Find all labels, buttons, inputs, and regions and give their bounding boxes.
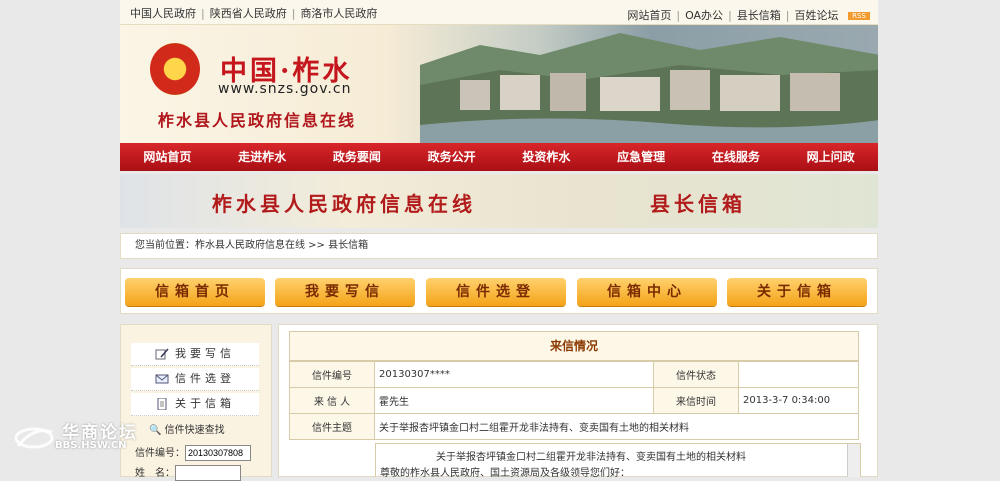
breadcrumb-current: 县长信箱 (328, 240, 369, 251)
link-home[interactable]: 网站首页 (627, 9, 671, 22)
link-mailbox[interactable]: 县长信箱 (737, 9, 781, 22)
main-nav: 网站首页 走进柞水 政务要闻 政务公开 投资柞水 应急管理 在线服务 网上问政 (120, 143, 878, 171)
link-shaanxi-gov[interactable]: 陕西省人民政府 (210, 7, 287, 20)
sidebar-item-write-letter[interactable]: 我要写信 (131, 343, 259, 366)
sidebar: 我要写信 信件选登 关于信箱 🔍 信件快速查找 信件编号： 姓 名： (120, 324, 272, 481)
content-title: 关于举报杏坪镇金口村二组霍开龙非法持有、变卖国有土地的相关材料 (436, 452, 746, 463)
header-banner: 中国·柞水 www.snzs.gov.cn 柞水县人民政府信息在线 (120, 25, 878, 143)
table-row: 信件主题 关于举报杏坪镇金口村二组霍开龙非法持有、变卖国有土地的相关材料 (289, 413, 859, 440)
sidebar-item-about[interactable]: 关于信箱 (131, 393, 259, 416)
site-subtitle: 柞水县人民政府信息在线 (158, 111, 357, 130)
about-mailbox-button[interactable]: 关于信箱 (727, 278, 867, 306)
write-letter-button[interactable]: 我要写信 (275, 278, 415, 306)
selected-letters-button[interactable]: 信件选登 (426, 278, 566, 306)
link-central-gov[interactable]: 中国人民政府 (130, 7, 196, 20)
letter-number-input[interactable] (185, 445, 251, 461)
subject-value: 关于举报杏坪镇金口村二组霍开龙非法持有、变卖国有土地的相关材料 (374, 413, 859, 440)
sender-value: 霍先生 (374, 387, 654, 414)
town-photo (420, 33, 878, 143)
sidebar-item-label: 关于信箱 (175, 397, 235, 410)
pen-paper-icon (155, 348, 169, 360)
letter-panel-title: 来信情况 (289, 331, 859, 361)
sidebar-item-selected-letters[interactable]: 信件选登 (131, 368, 259, 391)
nav-about-zhashui[interactable]: 走进柞水 (215, 143, 310, 171)
letter-number-field: 信件编号： (135, 444, 251, 461)
mailbox-toolbar: 信箱首页 我要写信 信件选登 信箱中心 关于信箱 (120, 268, 878, 314)
top-links-left: 中国人民政府 | 陕西省人民政府 | 商洛市人民政府 (130, 7, 378, 20)
nav-online-service[interactable]: 在线服务 (689, 143, 784, 171)
sender-label: 来 信 人 (289, 387, 375, 414)
letter-time-label: 来信时间 (653, 387, 739, 414)
table-row: 信件编号 20130307**** 信件状态 (289, 361, 859, 388)
name-field: 姓 名： (135, 464, 241, 481)
letter-info-table: 信件编号 20130307**** 信件状态 来 信 人 霍先生 来信时间 20… (289, 361, 859, 440)
breadcrumb-site-link[interactable]: 柞水县人民政府信息在线 (195, 240, 305, 251)
mailbox-center-button[interactable]: 信箱中心 (577, 278, 717, 306)
search-icon: 🔍 (149, 425, 162, 436)
section-banner-name: 县长信箱 (650, 192, 746, 216)
letter-number-label: 信件编号 (289, 361, 375, 388)
envelope-icon (155, 374, 169, 384)
top-links-right: 网站首页 | OA办公 | 县长信箱 | 百姓论坛 RSS (627, 7, 870, 23)
national-emblem-icon (150, 43, 200, 95)
content-scrollbar[interactable] (847, 444, 860, 477)
document-icon (157, 398, 167, 410)
letter-content[interactable]: 关于举报杏坪镇金口村二组霍开龙非法持有、变卖国有土地的相关材料 尊敬的柞水县人民… (375, 443, 861, 479)
breadcrumb-prefix: 您当前位置： (135, 240, 195, 251)
link-forum[interactable]: 百姓论坛 (795, 9, 839, 22)
section-banner: 柞水县人民政府信息在线 县长信箱 (120, 174, 878, 228)
breadcrumb-separator: >> (305, 240, 329, 251)
quick-search-label: 信件快速查找 (164, 425, 225, 436)
subject-label: 信件主题 (289, 413, 375, 440)
quick-search-title: 🔍 信件快速查找 (149, 421, 225, 436)
nav-home[interactable]: 网站首页 (120, 143, 215, 171)
letter-status-label: 信件状态 (653, 361, 739, 388)
section-banner-title: 柞水县人民政府信息在线 (212, 192, 476, 216)
letter-number-value: 20130307**** (374, 361, 654, 388)
letter-status-value (738, 361, 859, 388)
nav-emergency[interactable]: 应急管理 (594, 143, 689, 171)
watermark-url: BBS.HSW.CN (55, 440, 127, 451)
name-input[interactable] (175, 465, 241, 481)
site-url: www.snzs.gov.cn (218, 81, 352, 97)
nav-investment[interactable]: 投资柞水 (499, 143, 594, 171)
breadcrumb: 您当前位置：柞水县人民政府信息在线 >> 县长信箱 (120, 233, 878, 259)
letter-panel: 来信情况 信件编号 20130307**** 信件状态 来 信 人 霍先生 来信… (278, 324, 878, 479)
sidebar-item-label: 我要写信 (175, 347, 235, 360)
table-row: 来 信 人 霍先生 来信时间 2013-3-7 0:34:00 (289, 387, 859, 414)
link-oa[interactable]: OA办公 (685, 9, 723, 22)
letter-time-value: 2013-3-7 0:34:00 (738, 387, 859, 414)
link-shangluo-gov[interactable]: 商洛市人民政府 (300, 7, 377, 20)
sidebar-item-label: 信件选登 (175, 372, 235, 385)
nav-gov-disclosure[interactable]: 政务公开 (404, 143, 499, 171)
rss-icon[interactable]: RSS (848, 12, 870, 20)
name-label: 姓 名： (135, 468, 175, 479)
content-greeting: 尊敬的柞水县人民政府、国土资源局及各级领导您们好： (380, 468, 630, 479)
nav-online-inquiry[interactable]: 网上问政 (783, 143, 878, 171)
mailbox-home-button[interactable]: 信箱首页 (125, 278, 265, 306)
top-bar: 中国人民政府 | 陕西省人民政府 | 商洛市人民政府 网站首页 | OA办公 | 县长信箱 | 百姓… (120, 0, 878, 25)
nav-gov-news[interactable]: 政务要闻 (310, 143, 405, 171)
letter-number-label: 信件编号： (135, 448, 185, 459)
